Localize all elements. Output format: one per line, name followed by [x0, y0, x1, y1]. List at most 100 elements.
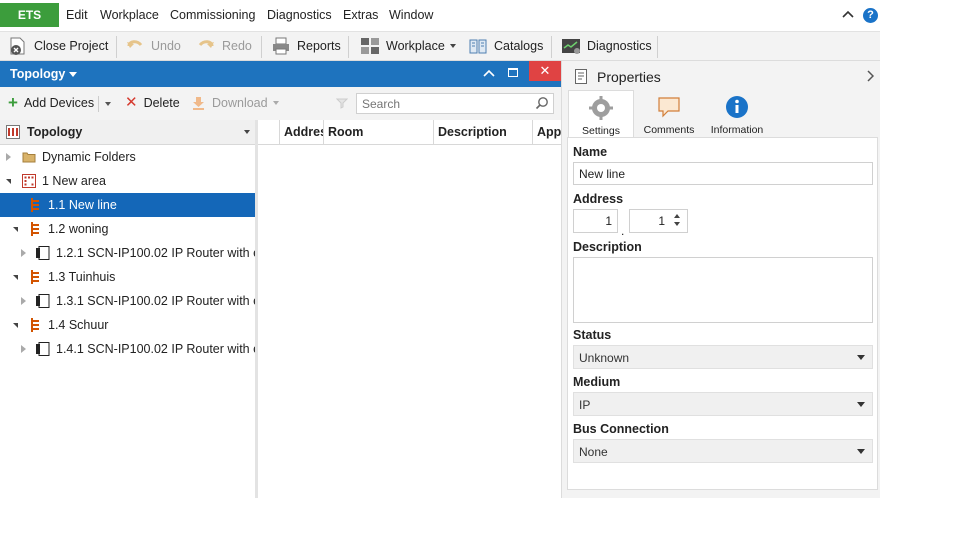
tab-settings-label: Settings — [582, 125, 620, 137]
address-stepper-icon[interactable] — [673, 212, 681, 228]
workplace-icon — [361, 38, 379, 54]
tree-item-label: 1.2.1 SCN-IP100.02 IP Router with e... — [56, 246, 271, 260]
info-icon — [726, 96, 748, 118]
toolbar-separator — [261, 36, 262, 58]
chevron-right-icon[interactable] — [866, 70, 874, 82]
tree-item-label: 1.2 woning — [48, 222, 109, 236]
tree-item[interactable]: 1.3.1 SCN-IP100.02 IP Router with e... — [0, 289, 270, 313]
close-project-button[interactable]: Close Project — [8, 32, 108, 60]
menu-extras[interactable]: Extras — [343, 8, 378, 22]
status-select[interactable]: Unknown — [573, 345, 873, 369]
chevron-down-icon[interactable] — [69, 72, 77, 77]
description-field[interactable] — [573, 257, 873, 323]
delete-label: Delete — [143, 96, 180, 110]
medium-select[interactable]: IP — [573, 392, 873, 416]
delete-icon: ✕ — [125, 94, 138, 111]
collapsed-arrow-icon[interactable] — [6, 153, 11, 161]
undo-icon — [127, 40, 143, 48]
menu-diagnostics[interactable]: Diagnostics — [267, 8, 332, 22]
search-input[interactable] — [356, 93, 554, 114]
chevron-up-icon[interactable] — [483, 68, 495, 80]
menu-workplace[interactable]: Workplace — [100, 8, 159, 22]
column-description[interactable]: Description — [433, 120, 532, 145]
tab-comments[interactable]: Comments — [636, 90, 702, 138]
column-address[interactable]: Addres — [279, 120, 323, 145]
main-toolbar: Close Project Undo Redo Reports Workplac… — [0, 31, 880, 61]
menu-edit[interactable]: Edit — [66, 8, 88, 22]
tree-header[interactable]: Topology — [0, 120, 255, 145]
catalogs-button[interactable]: Catalogs — [468, 32, 543, 60]
properties-panel: Properties Settings Comments Information… — [561, 61, 880, 498]
help-icon[interactable]: ? — [863, 8, 878, 23]
toolbar-separator — [98, 96, 99, 112]
tree-item[interactable]: 1.3 Tuinhuis — [0, 265, 255, 289]
tree-item[interactable]: 1 New area — [0, 169, 255, 193]
tree-item[interactable]: 1.4.1 SCN-IP100.02 IP Router with e... — [0, 337, 270, 361]
menu-commissioning[interactable]: Commissioning — [170, 8, 255, 22]
tree-item[interactable]: 1.2 woning — [0, 217, 255, 241]
catalogs-icon — [469, 39, 487, 54]
collapse-ribbon-icon[interactable] — [842, 7, 854, 21]
toolbar-separator — [348, 36, 349, 58]
column-room[interactable]: Room — [323, 120, 433, 145]
medium-value: IP — [579, 398, 591, 412]
collapsed-arrow-icon[interactable] — [21, 249, 26, 257]
tree-item-label: 1.3.1 SCN-IP100.02 IP Router with e... — [56, 294, 271, 308]
menu-window[interactable]: Window — [389, 8, 433, 22]
reports-button[interactable]: Reports — [271, 32, 341, 60]
grid-header: Addres Room Description App — [258, 120, 561, 145]
tab-information[interactable]: Information — [704, 90, 770, 138]
filter-icon[interactable] — [336, 97, 348, 109]
redo-button[interactable]: Redo — [196, 32, 252, 60]
name-field[interactable] — [573, 162, 873, 185]
expanded-arrow-icon[interactable] — [13, 275, 18, 280]
search-icon[interactable] — [535, 96, 549, 110]
workplace-label: Workplace — [386, 39, 445, 53]
topology-grid: Addres Room Description App — [258, 120, 561, 498]
chevron-down-icon — [272, 101, 279, 105]
tab-settings[interactable]: Settings — [568, 90, 634, 138]
tree-item[interactable]: 1.4 Schuur — [0, 313, 255, 337]
expanded-arrow-icon[interactable] — [6, 179, 11, 184]
toolbar-separator — [116, 36, 117, 58]
chevron-down-icon — [857, 449, 865, 454]
chevron-down-icon — [857, 402, 865, 407]
diagnostics-button[interactable]: Diagnostics — [561, 32, 652, 60]
workplace-button[interactable]: Workplace — [360, 32, 456, 60]
column-application[interactable]: App — [532, 120, 561, 145]
chevron-down-icon — [857, 355, 865, 360]
expanded-arrow-icon[interactable] — [13, 323, 18, 328]
maximize-icon[interactable] — [508, 68, 518, 77]
tree-item[interactable]: 1.1 New line — [0, 193, 255, 217]
address-area-field[interactable] — [573, 209, 618, 233]
line-icon — [28, 318, 42, 332]
printer-icon — [273, 37, 289, 55]
chevron-down-icon[interactable] — [244, 130, 250, 134]
tree-item-label: 1.4.1 SCN-IP100.02 IP Router with e... — [56, 342, 271, 356]
bus-connection-select[interactable]: None — [573, 439, 873, 463]
tree-item-label: Dynamic Folders — [42, 150, 136, 164]
address-separator: . — [621, 224, 625, 238]
line-icon — [28, 222, 42, 236]
tree-item-label: 1.4 Schuur — [48, 318, 109, 332]
address-label: Address — [573, 192, 624, 206]
delete-button[interactable]: ✕ Delete — [125, 94, 180, 111]
collapsed-arrow-icon[interactable] — [21, 345, 26, 353]
expanded-arrow-icon[interactable] — [13, 227, 18, 232]
ets-app-button[interactable]: ETS — [0, 3, 59, 27]
line-icon — [28, 198, 42, 212]
download-button[interactable]: Download — [191, 96, 279, 110]
tree-item[interactable]: Dynamic Folders — [0, 145, 255, 169]
add-devices-button[interactable]: + Add Devices — [8, 94, 94, 111]
tree-item[interactable]: 1.2.1 SCN-IP100.02 IP Router with e... — [0, 241, 270, 265]
collapsed-arrow-icon[interactable] — [21, 297, 26, 305]
tree-item-label: 1 New area — [42, 174, 106, 188]
topology-panel-title[interactable]: Topology — [10, 67, 65, 81]
topology-panel-header: Topology — [0, 61, 561, 87]
close-project-label: Close Project — [34, 39, 109, 53]
undo-button[interactable]: Undo — [125, 32, 181, 60]
close-panel-button[interactable]: ✕ — [529, 61, 561, 81]
add-devices-dropdown-icon[interactable] — [105, 102, 111, 106]
reports-label: Reports — [297, 39, 341, 53]
status-value: Unknown — [579, 351, 630, 365]
